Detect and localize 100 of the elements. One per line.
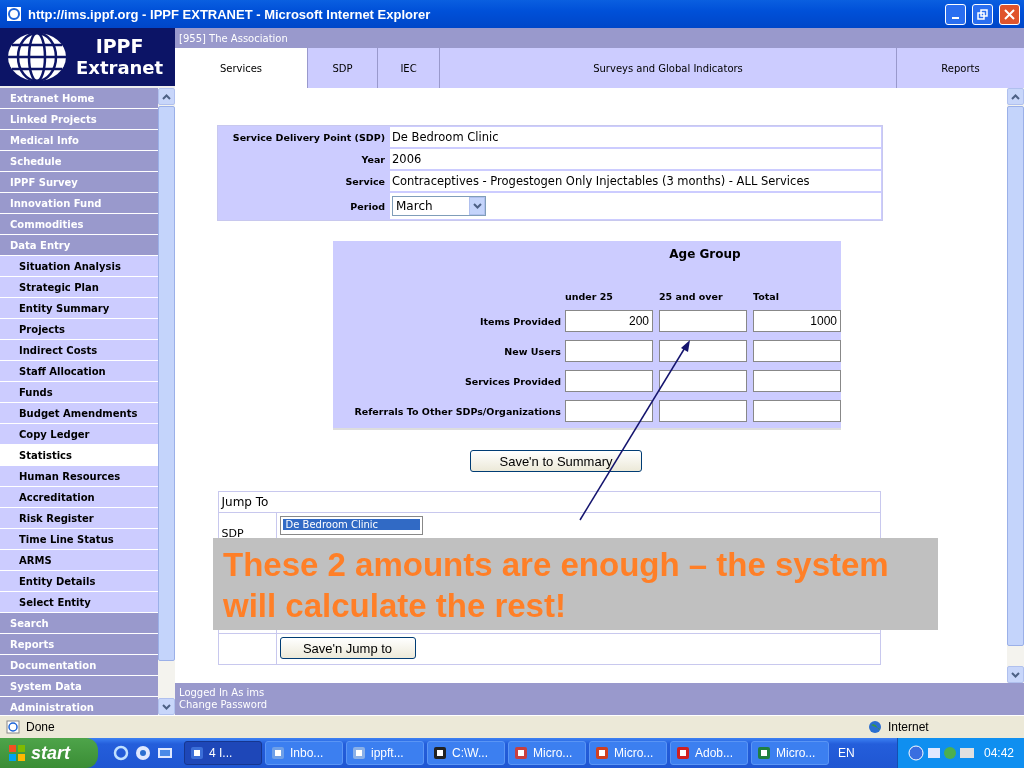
- number-field[interactable]: [753, 400, 841, 422]
- row-label: New Users: [503, 345, 562, 357]
- tab[interactable]: SDP: [308, 48, 377, 88]
- scroll-down-icon[interactable]: [472, 203, 482, 209]
- field-value: De Bedroom Clinic: [390, 127, 881, 147]
- login-status: Logged In As ims: [179, 687, 266, 699]
- column-header: Total: [753, 291, 780, 302]
- taskbar-button[interactable]: Micro...: [589, 741, 667, 765]
- page-icon: [6, 720, 20, 734]
- app-icon: [514, 746, 528, 760]
- number-field[interactable]: [659, 340, 747, 362]
- scroll-up-icon[interactable]: [1011, 93, 1020, 100]
- field-value: Contraceptives - Progestogen Only Injectables (3 months) - ALL Services: [390, 171, 881, 191]
- sidebar-item[interactable]: ARMS: [0, 550, 158, 571]
- taskbar-button[interactable]: Inbo...: [265, 741, 343, 765]
- number-field[interactable]: 200: [565, 310, 653, 332]
- sidebar-item[interactable]: Copy Ledger: [0, 424, 158, 445]
- scrollbar[interactable]: [1007, 88, 1024, 683]
- app-icon[interactable]: [135, 745, 151, 761]
- number-field[interactable]: [565, 370, 653, 392]
- sdp-list[interactable]: De Bedroom Clinic: [279, 516, 423, 535]
- sidebar-item[interactable]: Situation Analysis: [0, 256, 158, 277]
- zone-text: Internet: [888, 720, 930, 734]
- number-field[interactable]: [565, 340, 653, 362]
- number-field[interactable]: [565, 400, 653, 422]
- taskbar-button[interactable]: ippft...: [346, 741, 424, 765]
- app-icon: [595, 746, 609, 760]
- save-jump-button[interactable]: Save'n Jump to: [279, 637, 416, 659]
- field-label: Year: [360, 153, 386, 165]
- field-label: Service: [344, 175, 386, 187]
- minimize-icon: [952, 17, 959, 19]
- number-field[interactable]: [753, 370, 841, 392]
- close-button[interactable]: [999, 3, 1020, 25]
- sidebar-item[interactable]: Entity Details: [0, 571, 158, 592]
- table-title: Jump To: [218, 492, 880, 512]
- status-text: Done: [26, 720, 56, 734]
- sidebar-item[interactable]: Time Line Status: [0, 529, 158, 550]
- scroll-down-icon[interactable]: [1011, 671, 1020, 678]
- scroll-up-icon[interactable]: [162, 93, 171, 100]
- row-label: Items Provided: [478, 315, 562, 327]
- tab[interactable]: Services: [175, 48, 307, 88]
- restore-icon: [977, 8, 988, 20]
- app-icon: [676, 746, 690, 760]
- app-icon: [352, 746, 366, 760]
- minimize-button[interactable]: [945, 3, 966, 25]
- taskbar-button[interactable]: Adob...: [670, 741, 748, 765]
- taskbar-button[interactable]: 4 I...: [184, 741, 262, 765]
- field-value: 2006: [390, 149, 881, 169]
- tab[interactable]: Reports: [897, 48, 1024, 88]
- app-icon: [190, 746, 204, 760]
- windows-logo-icon: [8, 744, 26, 762]
- sidebar-item[interactable]: Accreditation: [0, 487, 158, 508]
- sidebar-item[interactable]: Human Resources: [0, 466, 158, 487]
- taskbar-button[interactable]: Micro...: [508, 741, 586, 765]
- number-field[interactable]: [659, 310, 747, 332]
- period-dropdown[interactable]: March: [392, 196, 486, 216]
- row-label: Referrals To Other SDPs/Organizations: [353, 405, 562, 417]
- sidebar-item[interactable]: Projects: [0, 319, 158, 340]
- number-field[interactable]: [753, 340, 841, 362]
- close-icon: [1004, 8, 1015, 20]
- app-icon: [433, 746, 447, 760]
- field-label: Service Delivery Point (SDP): [231, 131, 386, 143]
- app-icon: [271, 746, 285, 760]
- column-header: under 25: [565, 291, 614, 302]
- start-button[interactable]: start: [0, 738, 98, 768]
- panel-title: Age Group: [668, 247, 742, 261]
- scrollbar[interactable]: [158, 88, 175, 715]
- tab[interactable]: Surveys and Global Indicators: [440, 48, 896, 88]
- sidebar-item[interactable]: Indirect Costs: [0, 340, 158, 361]
- sidebar-item[interactable]: Funds: [0, 382, 158, 403]
- language-indicator[interactable]: EN: [838, 746, 855, 760]
- sidebar-item[interactable]: Strategic Plan: [0, 277, 158, 298]
- number-field[interactable]: 1000: [753, 310, 841, 332]
- field-label: Period: [349, 200, 386, 212]
- breadcrumb: [955] The Association: [175, 28, 1024, 48]
- list-item[interactable]: De Bedroom Clinic: [282, 519, 420, 530]
- number-field[interactable]: [659, 400, 747, 422]
- row-label: Services Provided: [463, 375, 562, 387]
- app-icon: [757, 746, 771, 760]
- logo-title: IPPF: [95, 37, 144, 56]
- restore-button[interactable]: [972, 3, 993, 25]
- browser-icon[interactable]: [113, 745, 129, 761]
- taskbar-button[interactable]: C:\W...: [427, 741, 505, 765]
- scroll-down-icon[interactable]: [162, 703, 171, 710]
- globe-icon: [868, 720, 882, 734]
- column-header: 25 and over: [659, 291, 724, 302]
- globe-icon: [6, 31, 68, 83]
- sidebar-item[interactable]: Budget Amendments: [0, 403, 158, 424]
- sidebar-item[interactable]: Staff Allocation: [0, 361, 158, 382]
- tab[interactable]: IEC: [378, 48, 439, 88]
- clock: 04:42: [983, 746, 1014, 760]
- sidebar-item[interactable]: Select Entity: [0, 592, 158, 613]
- browser-icon: [6, 6, 22, 22]
- sidebar-item[interactable]: Risk Register: [0, 508, 158, 529]
- number-field[interactable]: [659, 370, 747, 392]
- sidebar-item[interactable]: Entity Summary: [0, 298, 158, 319]
- taskbar-button[interactable]: Micro...: [751, 741, 829, 765]
- save-summary-button[interactable]: Save'n to Summary: [470, 450, 642, 472]
- desktop-icon[interactable]: [157, 745, 173, 761]
- window-title: http://ims.ippf.org - IPPF EXTRANET - Microsoft Internet Explorer: [28, 6, 432, 22]
